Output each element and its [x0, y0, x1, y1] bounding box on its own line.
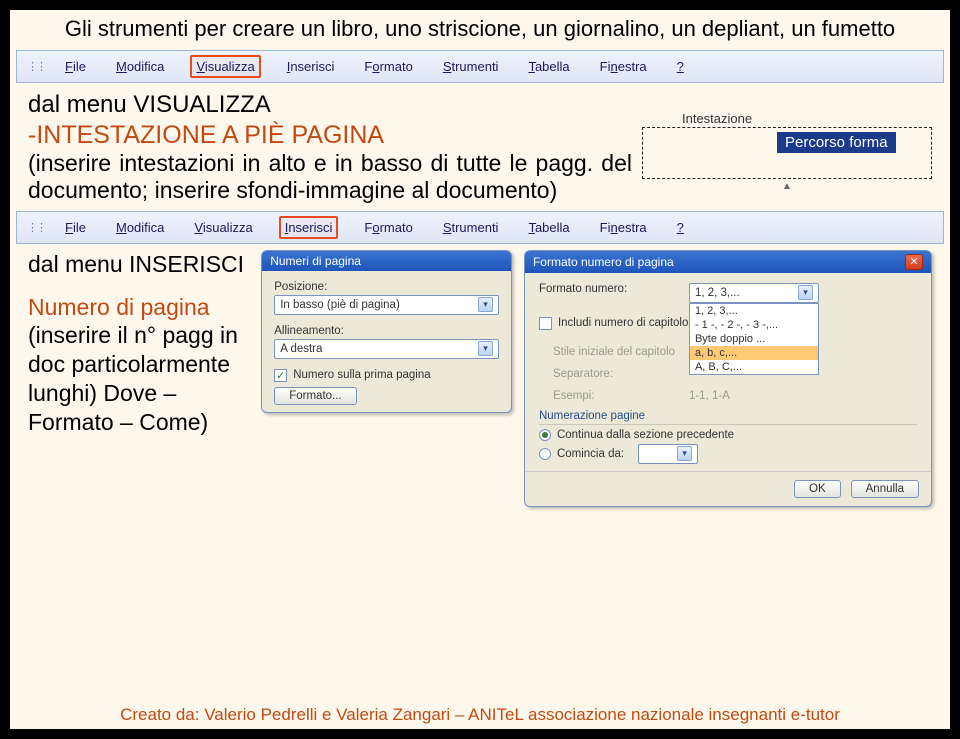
- caret-icon: ▲: [642, 181, 932, 192]
- header-dashed-box: Percorso forma: [642, 127, 932, 179]
- footer-credit: Creato da: Valerio Pedrelli e Valeria Za…: [10, 705, 950, 725]
- list-item[interactable]: A, B, C,...: [690, 360, 818, 374]
- format-label: Formato numero:: [539, 283, 679, 295]
- dialog1-title: Numeri di pagina: [270, 254, 361, 268]
- header-fragment: Intestazione Percorso forma ▲: [642, 91, 932, 192]
- radio1-label: Continua dalla sezione precedente: [557, 429, 734, 441]
- header-label: Intestazione: [682, 111, 932, 126]
- caption-line1: dal menu VISUALIZZA: [28, 91, 632, 120]
- menu-strumenti[interactable]: Strumenti: [439, 57, 503, 76]
- radio-icon: [539, 448, 551, 460]
- grip-icon: ⋮⋮: [27, 221, 45, 234]
- menu-finestra[interactable]: Finestra: [596, 57, 651, 76]
- list-item[interactable]: a, b, c,...: [690, 346, 818, 360]
- caption-header: dal menu INSERISCI: [28, 250, 249, 279]
- examples-value: 1-1, 1-A: [689, 390, 917, 402]
- numbering-header: Numerazione pagine: [539, 410, 917, 422]
- menu-strumenti[interactable]: Strumenti: [439, 218, 503, 237]
- align-value: A destra: [280, 343, 322, 355]
- include-label: Includi numero di capitolo: [558, 317, 688, 329]
- separator-label: Separatore:: [553, 368, 679, 380]
- menu-inserisci[interactable]: Inserisci: [279, 216, 339, 239]
- menu-help[interactable]: ?: [673, 218, 688, 237]
- menu-visualizza[interactable]: Visualizza: [190, 218, 256, 237]
- menu-finestra[interactable]: Finestra: [596, 218, 651, 237]
- list-item[interactable]: Byte doppio ...: [690, 332, 818, 346]
- menu-file[interactable]: File: [61, 218, 90, 237]
- grip-icon: ⋮⋮: [27, 60, 45, 73]
- dialog1-titlebar[interactable]: Numeri di pagina: [262, 251, 511, 271]
- start-spinner: ▾: [638, 444, 698, 464]
- radio-continue[interactable]: Continua dalla sezione precedente: [539, 429, 917, 441]
- section-visualizza: dal menu VISUALIZZA -INTESTAZIONE A PIÈ …: [10, 87, 950, 207]
- align-label: Allineamento:: [274, 325, 499, 337]
- section-inserisci: dal menu INSERISCI Numero di pagina (ins…: [10, 248, 950, 507]
- checkbox-icon: [539, 317, 552, 330]
- menu-file[interactable]: File: [61, 57, 90, 76]
- menu-modifica[interactable]: Modifica: [112, 57, 168, 76]
- checkbox-icon: ✓: [274, 369, 287, 382]
- menubar-2: ⋮⋮ File Modifica Visualizza Inserisci Fo…: [16, 211, 944, 244]
- close-icon[interactable]: ✕: [905, 254, 923, 270]
- format-button[interactable]: Formato...: [274, 387, 356, 405]
- style-label: Stile iniziale del capitolo: [553, 346, 679, 358]
- menu-visualizza[interactable]: Visualizza: [190, 55, 260, 78]
- dialog-page-numbers: Numeri di pagina Posizione: In basso (pi…: [261, 250, 512, 413]
- dialog-page-number-format: Formato numero di pagina ✕ Formato numer…: [524, 250, 932, 507]
- menu-modifica[interactable]: Modifica: [112, 218, 168, 237]
- text-inserisci: dal menu INSERISCI Numero di pagina (ins…: [28, 250, 249, 437]
- dialog2-titlebar[interactable]: Formato numero di pagina ✕: [525, 251, 931, 273]
- pos-value: In basso (piè di pagina): [280, 299, 400, 311]
- radio-start-from[interactable]: Comincia da: ▾: [539, 444, 917, 464]
- align-combo[interactable]: A destra ▾: [274, 339, 499, 359]
- menu-tabella[interactable]: Tabella: [524, 57, 573, 76]
- ok-button[interactable]: OK: [794, 480, 841, 498]
- radio-icon: [539, 429, 551, 441]
- chevron-down-icon[interactable]: ▾: [478, 341, 493, 356]
- caption-line2: -INTESTAZIONE A PIÈ PAGINA: [28, 120, 632, 150]
- page-title: Gli strumenti per creare un libro, uno s…: [10, 10, 950, 46]
- menu-help[interactable]: ?: [673, 57, 688, 76]
- dialog2-title: Formato numero di pagina: [533, 255, 674, 269]
- list-item[interactable]: 1, 2, 3,...: [690, 304, 818, 318]
- caption-sub1: Numero di pagina: [28, 293, 249, 322]
- chevron-down-icon[interactable]: ▾: [798, 285, 813, 300]
- menubar-1: ⋮⋮ File Modifica Visualizza Inserisci Fo…: [16, 50, 944, 83]
- first-page-checkbox[interactable]: ✓ Numero sulla prima pagina: [274, 369, 499, 382]
- menu-inserisci[interactable]: Inserisci: [283, 57, 339, 76]
- cancel-button[interactable]: Annulla: [851, 480, 919, 498]
- format-value: 1, 2, 3,...: [695, 287, 740, 299]
- pos-label: Posizione:: [274, 281, 499, 293]
- menu-formato[interactable]: Formato: [360, 57, 416, 76]
- radio2-label: Comincia da:: [557, 448, 624, 460]
- check-label: Numero sulla prima pagina: [293, 369, 430, 381]
- format-combo[interactable]: 1, 2, 3,... ▾: [689, 283, 819, 303]
- format-listbox[interactable]: 1, 2, 3,... - 1 -, - 2 -, - 3 -,... Byte…: [689, 303, 819, 375]
- slide: Gli strumenti per creare un libro, uno s…: [8, 8, 952, 731]
- examples-label: Esempi:: [553, 390, 679, 402]
- text-visualizza: dal menu VISUALIZZA -INTESTAZIONE A PIÈ …: [28, 91, 632, 205]
- caption-body: (inserire intestazioni in alto e in bass…: [28, 150, 632, 205]
- caption-sub2: (inserire il n° pagg in doc particolarme…: [28, 321, 249, 436]
- list-item[interactable]: - 1 -, - 2 -, - 3 -,...: [690, 318, 818, 332]
- header-selected-text: Percorso forma: [777, 132, 896, 153]
- menu-formato[interactable]: Formato: [360, 218, 416, 237]
- spinner-icon: ▾: [677, 446, 692, 461]
- menu-tabella[interactable]: Tabella: [524, 218, 573, 237]
- pos-combo[interactable]: In basso (piè di pagina) ▾: [274, 295, 499, 315]
- chevron-down-icon[interactable]: ▾: [478, 297, 493, 312]
